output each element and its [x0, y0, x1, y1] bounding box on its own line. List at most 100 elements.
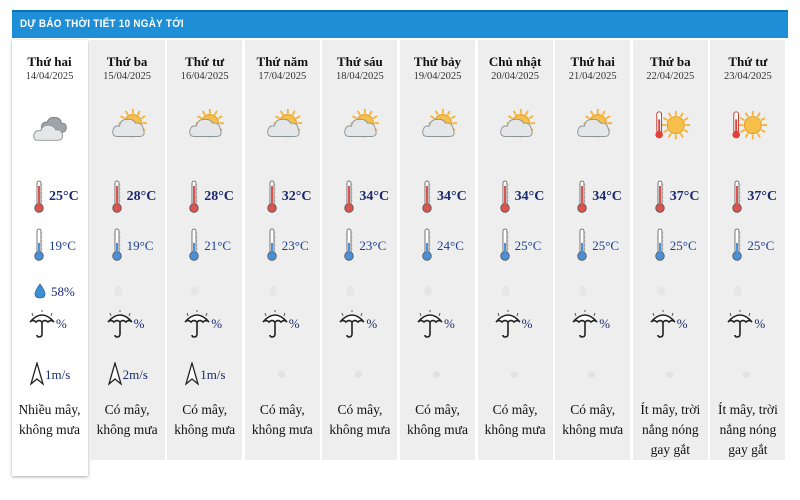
day-column[interactable]: Thứ tư 16/04/2025 28°C 21°C% 1m/s Có mây, khôn… — [167, 40, 244, 460]
wind-row — [555, 362, 630, 388]
partly-cloudy-icon — [575, 108, 613, 146]
day-column[interactable]: Thứ sáu 18/04/2025 34°C 23°C% Có mây, không m… — [322, 40, 399, 460]
wind-row — [710, 362, 785, 388]
high-temp: 37°C — [747, 189, 778, 204]
high-temp: 34°C — [359, 189, 390, 204]
low-temp: 25°C — [514, 238, 542, 253]
day-name: Thứ ba — [106, 54, 148, 69]
low-temp-row: 23°C — [245, 228, 320, 262]
day-date: 23/04/2025 — [723, 71, 772, 82]
weather-description: Ít mây, trời nắng nóng gay gắt — [633, 400, 708, 460]
day-column[interactable]: Thứ hai 21/04/2025 34°C 25°C% Có mây, không m… — [555, 40, 632, 460]
high-temp: 32°C — [281, 189, 312, 204]
low-temp: 25°C — [592, 238, 620, 253]
weather-description: Có mây, không mưa — [167, 400, 242, 440]
day-name: Thứ sáu — [337, 54, 383, 69]
low-temp: 19°C — [49, 238, 76, 253]
description-line: Có mây, — [415, 402, 460, 417]
wind-speed: 2m/s — [122, 367, 148, 382]
thermometer-hot-icon — [499, 180, 510, 214]
humidity-placeholder-icon — [656, 286, 665, 296]
forecast-grid: Thứ hai 14/04/2025 25°C 19°C 58%% 1m/s Nhiều m… — [12, 40, 788, 500]
wind-placeholder-icon — [355, 371, 363, 378]
low-temp: 19°C — [126, 238, 154, 253]
high-temp: 34°C — [514, 189, 545, 204]
high-temp-row: 28°C — [167, 180, 242, 214]
rain-row: % — [633, 310, 708, 340]
description-line: Có mây, — [104, 402, 150, 417]
thermometer-hot-icon — [267, 180, 277, 214]
wind-row — [633, 362, 708, 388]
description-line: Có mây, — [337, 402, 383, 417]
weather-description: Có mây, không mưa — [245, 400, 320, 440]
high-temp-row: 34°C — [400, 180, 475, 214]
description-line: Có mây, — [570, 402, 616, 417]
humidity-row: 58% — [12, 282, 87, 302]
humidity-value: 58% — [51, 284, 75, 299]
day-name: Thứ năm — [256, 54, 309, 69]
wind-row — [322, 362, 397, 388]
low-temp-row: 25°C — [555, 228, 630, 262]
day-date: 18/04/2025 — [335, 71, 384, 82]
day-column[interactable]: Thứ hai 14/04/2025 25°C 19°C 58%% 1m/s Nhiều m… — [12, 40, 88, 476]
thermometer-cool-icon — [34, 228, 44, 262]
day-date: 21/04/2025 — [568, 71, 617, 82]
day-column[interactable]: Chủ nhật 20/04/2025 34°C 25°C% Có mây, không … — [477, 40, 554, 460]
thermometer-cool-icon — [189, 228, 199, 262]
low-temp: 25°C — [669, 238, 697, 253]
wind-row — [478, 362, 553, 388]
description-line: gay gắt — [650, 442, 690, 457]
humidity-placeholder-icon — [113, 286, 122, 296]
description-line: nắng nóng — [641, 422, 699, 437]
humidity-placeholder-icon — [424, 286, 432, 296]
thermometer-hot-icon — [344, 180, 355, 214]
day-name: Thứ hai — [27, 54, 72, 69]
thermometer-hot-icon — [577, 180, 587, 214]
day-date: 22/04/2025 — [646, 71, 695, 82]
wind-placeholder-icon — [510, 371, 518, 378]
partly-cloudy-icon — [110, 108, 148, 146]
day-date: 16/04/2025 — [180, 71, 229, 82]
description-line: không mưa — [562, 422, 624, 437]
low-temp-row: 23°C — [322, 228, 397, 262]
umbrella-icon — [726, 310, 754, 340]
wind-row: 1m/s — [167, 360, 242, 388]
water-drop-icon — [34, 283, 46, 299]
day-column[interactable]: Thứ tư 23/04/2025 37°C 25°C% Ít mây, trời nắn… — [710, 40, 787, 460]
description-line: không mưa — [484, 422, 546, 437]
description-line: không mưa — [19, 422, 80, 437]
umbrella-icon — [649, 310, 677, 340]
weather-description: Có mây, không mưa — [400, 400, 475, 440]
rain-row: % — [555, 310, 630, 340]
rain-chance: % — [211, 316, 223, 331]
umbrella-icon — [106, 310, 134, 340]
rain-chance: % — [133, 316, 145, 331]
wind-placeholder-icon — [743, 371, 751, 378]
rain-chance: % — [754, 316, 766, 331]
thermometer-hot-icon — [34, 180, 44, 214]
thermometer-cool-icon — [499, 228, 510, 262]
day-column[interactable]: Thứ ba 22/04/2025 37°C 25°C% Ít mây, trời nắn… — [632, 40, 709, 460]
cloudy-icon — [32, 108, 70, 146]
day-column[interactable]: Thứ bảy 19/04/2025 34°C 24°C% Có mây, không m… — [400, 40, 476, 460]
high-temp-row: 32°C — [245, 180, 320, 214]
day-name: Thứ hai — [570, 54, 615, 69]
humidity-placeholder-icon — [268, 286, 277, 296]
day-column[interactable]: Thứ ba 15/04/2025 28°C 19°C% 2m/s Có mây, khôn… — [89, 40, 166, 460]
high-temp: 28°C — [204, 189, 234, 204]
wind-arrow-icon — [107, 360, 122, 386]
low-temp-row: 19°C — [90, 228, 165, 262]
wind-row — [400, 362, 475, 388]
rain-chance: % — [599, 316, 611, 331]
wind-placeholder-icon — [277, 371, 285, 378]
rain-chance: % — [676, 316, 688, 331]
wind-row: 1m/s — [12, 360, 87, 388]
partly-cloudy-icon — [420, 108, 458, 146]
partly-cloudy-icon — [342, 108, 380, 146]
humidity-placeholder-icon — [191, 286, 200, 296]
description-line: Có mây, — [492, 402, 538, 417]
humidity-placeholder-icon — [734, 286, 743, 296]
low-temp: 23°C — [359, 238, 387, 253]
low-temp: 25°C — [747, 238, 775, 253]
day-column[interactable]: Thứ năm 17/04/2025 32°C 23°C% Có mây, không m… — [244, 40, 321, 460]
